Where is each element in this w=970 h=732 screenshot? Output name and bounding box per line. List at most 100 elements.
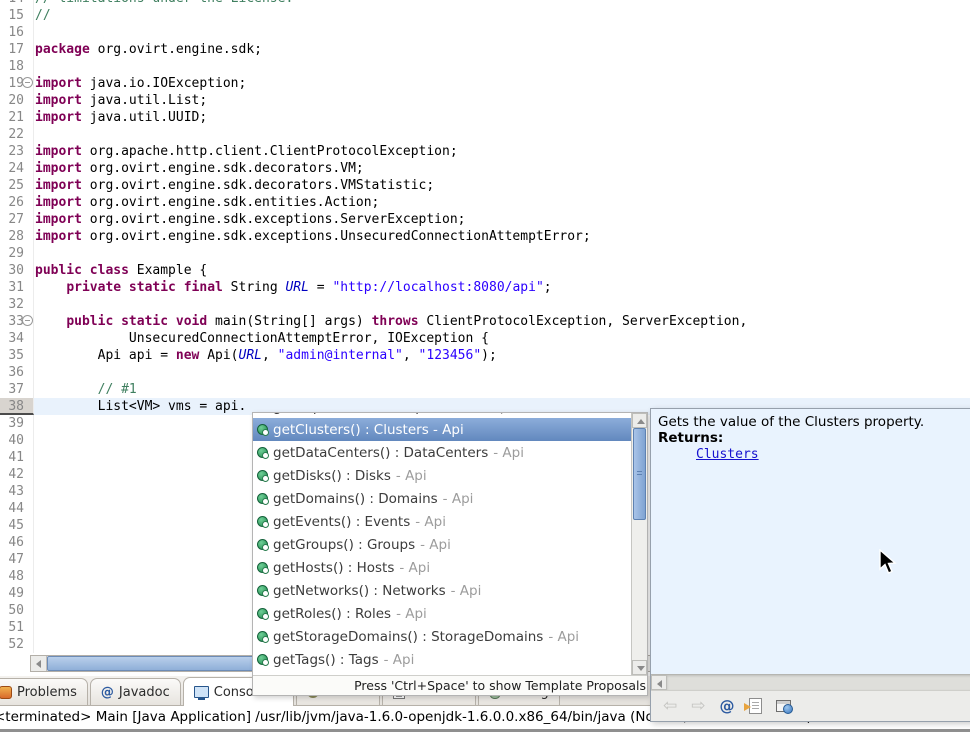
line-gutter[interactable]: 34 bbox=[0, 330, 34, 347]
completion-item[interactable]: getClusters() : Clusters - Api bbox=[253, 418, 631, 441]
line-number[interactable]: 25 bbox=[0, 177, 24, 194]
line-number[interactable]: 26 bbox=[0, 194, 24, 211]
completion-item[interactable]: getStorageDomains() : StorageDomains - A… bbox=[253, 625, 631, 648]
code-text[interactable]: UnsecuredConnectionAttemptError, IOExcep… bbox=[34, 330, 970, 347]
line-number[interactable]: 17 bbox=[0, 41, 24, 58]
line-number[interactable]: 45 bbox=[0, 517, 24, 534]
completion-item[interactable]: getGroups() : Groups - Api bbox=[253, 533, 631, 556]
line-gutter[interactable]: 17 bbox=[0, 41, 34, 58]
line-gutter[interactable]: 46 bbox=[0, 534, 34, 551]
line-gutter[interactable]: 15 bbox=[0, 7, 34, 24]
line-number[interactable]: 30 bbox=[0, 262, 24, 279]
code-text[interactable]: // limitations under the License. bbox=[34, 0, 970, 7]
code-text[interactable]: import org.ovirt.engine.sdk.exceptions.S… bbox=[34, 211, 970, 228]
line-number[interactable]: 27 bbox=[0, 211, 24, 228]
completion-item[interactable]: getDisks() : Disks - Api bbox=[253, 464, 631, 487]
line-number[interactable]: 37 bbox=[0, 381, 24, 398]
code-line[interactable]: 28 import org.ovirt.engine.sdk.exceptions… bbox=[0, 228, 970, 245]
code-text[interactable] bbox=[34, 24, 970, 41]
line-number[interactable]: 52 bbox=[0, 636, 24, 653]
line-number[interactable]: 36 bbox=[0, 364, 24, 381]
line-number[interactable]: 47 bbox=[0, 551, 24, 568]
line-gutter[interactable]: 51 bbox=[0, 619, 34, 636]
line-number[interactable]: 49 bbox=[0, 585, 24, 602]
code-text[interactable] bbox=[34, 126, 970, 143]
line-gutter[interactable]: 28 bbox=[0, 228, 34, 245]
scroll-left-button[interactable] bbox=[31, 656, 47, 671]
code-text[interactable]: import org.ovirt.engine.sdk.exceptions.U… bbox=[34, 228, 970, 245]
line-number[interactable]: 43 bbox=[0, 483, 24, 500]
line-number[interactable]: 28 bbox=[0, 228, 24, 245]
code-line[interactable]: 32 bbox=[0, 296, 970, 313]
code-text[interactable] bbox=[34, 245, 970, 262]
line-gutter[interactable]: 14 bbox=[0, 0, 34, 7]
line-gutter[interactable]: 32 bbox=[0, 296, 34, 313]
line-gutter[interactable]: 21 bbox=[0, 109, 34, 126]
line-number[interactable]: 51 bbox=[0, 619, 24, 636]
line-number[interactable]: 29 bbox=[0, 245, 24, 262]
popup-scroll-up-button[interactable] bbox=[632, 413, 647, 428]
code-text[interactable]: public class Example { bbox=[34, 262, 970, 279]
line-gutter[interactable]: 38 bbox=[0, 398, 34, 415]
line-number[interactable]: 31 bbox=[0, 279, 24, 296]
line-number[interactable]: 32 bbox=[0, 296, 24, 313]
code-line[interactable]: 37 // #1 bbox=[0, 381, 970, 398]
completion-item[interactable]: getEvents() : Events - Api bbox=[253, 510, 631, 533]
line-gutter[interactable]: 18 bbox=[0, 58, 34, 75]
code-text[interactable]: public static void main(String[] args) t… bbox=[34, 313, 970, 330]
code-line[interactable]: 14 // limitations under the License. bbox=[0, 0, 970, 7]
code-text[interactable]: private static final String URL = "http:… bbox=[34, 279, 970, 296]
code-line[interactable]: 16 bbox=[0, 24, 970, 41]
line-gutter[interactable]: 29 bbox=[0, 245, 34, 262]
code-line[interactable]: 30 public class Example { bbox=[0, 262, 970, 279]
code-line[interactable]: 34 UnsecuredConnectionAttemptError, IOEx… bbox=[0, 330, 970, 347]
line-gutter[interactable]: 26 bbox=[0, 194, 34, 211]
line-number[interactable]: 48 bbox=[0, 568, 24, 585]
javadoc-scroll-track[interactable] bbox=[667, 675, 970, 690]
code-text[interactable]: import java.util.List; bbox=[34, 92, 970, 109]
line-gutter[interactable]: 16 bbox=[0, 24, 34, 41]
line-gutter[interactable]: 24 bbox=[0, 160, 34, 177]
code-line[interactable]: 35 Api api = new Api(URL, "admin@interna… bbox=[0, 347, 970, 364]
line-number[interactable]: 24 bbox=[0, 160, 24, 177]
code-line[interactable]: 17package org.ovirt.engine.sdk; bbox=[0, 41, 970, 58]
code-text[interactable]: import java.io.IOException; bbox=[34, 75, 970, 92]
code-line[interactable]: 26import org.ovirt.engine.sdk.entities.A… bbox=[0, 194, 970, 211]
line-number[interactable]: 44 bbox=[0, 500, 24, 517]
javadoc-hscrollbar[interactable] bbox=[651, 674, 970, 690]
line-gutter[interactable]: 48 bbox=[0, 568, 34, 585]
code-line[interactable]: 22 bbox=[0, 126, 970, 143]
line-number[interactable]: 14 bbox=[0, 0, 24, 7]
code-text[interactable]: import org.ovirt.engine.sdk.decorators.V… bbox=[34, 160, 970, 177]
code-text[interactable]: import java.util.UUID; bbox=[34, 109, 970, 126]
line-gutter[interactable]: 39 bbox=[0, 415, 34, 432]
popup-scroll-thumb[interactable] bbox=[633, 428, 646, 520]
line-number[interactable]: 21 bbox=[0, 109, 24, 126]
line-gutter[interactable]: 33 bbox=[0, 313, 34, 330]
code-text[interactable] bbox=[34, 364, 970, 381]
line-gutter[interactable]: 49 bbox=[0, 585, 34, 602]
line-gutter[interactable]: 20 bbox=[0, 92, 34, 109]
code-line[interactable]: 31 private static final String URL = "ht… bbox=[0, 279, 970, 296]
code-text[interactable]: import org.apache.http.client.ClientProt… bbox=[34, 143, 970, 160]
line-number[interactable]: 34 bbox=[0, 330, 24, 347]
javadoc-scroll-left-button[interactable] bbox=[651, 675, 667, 690]
line-gutter[interactable]: 50 bbox=[0, 602, 34, 619]
line-number[interactable]: 16 bbox=[0, 24, 24, 41]
line-gutter[interactable]: 36 bbox=[0, 364, 34, 381]
code-text[interactable]: // bbox=[34, 7, 970, 24]
open-in-browser-icon[interactable] bbox=[776, 700, 791, 712]
line-gutter[interactable]: 42 bbox=[0, 466, 34, 483]
code-line[interactable]: 27 import org.ovirt.engine.sdk.exceptions… bbox=[0, 211, 970, 228]
code-text[interactable] bbox=[34, 296, 970, 313]
code-line[interactable]: 18 bbox=[0, 58, 970, 75]
fold-collapse-icon[interactable] bbox=[22, 77, 33, 88]
code-line[interactable]: 33 public static void main(String[] args… bbox=[0, 313, 970, 330]
popup-scroll-track[interactable] bbox=[632, 520, 647, 660]
code-text[interactable]: Api api = new Api(URL, "admin@internal",… bbox=[34, 347, 970, 364]
line-gutter[interactable]: 25 bbox=[0, 177, 34, 194]
code-line[interactable]: 24 import org.ovirt.engine.sdk.decorators… bbox=[0, 160, 970, 177]
completion-item[interactable]: getTags() : Tags - Api bbox=[253, 648, 631, 671]
code-line[interactable]: 20import java.util.List; bbox=[0, 92, 970, 109]
code-line[interactable]: 25import org.ovirt.engine.sdk.decorators… bbox=[0, 177, 970, 194]
